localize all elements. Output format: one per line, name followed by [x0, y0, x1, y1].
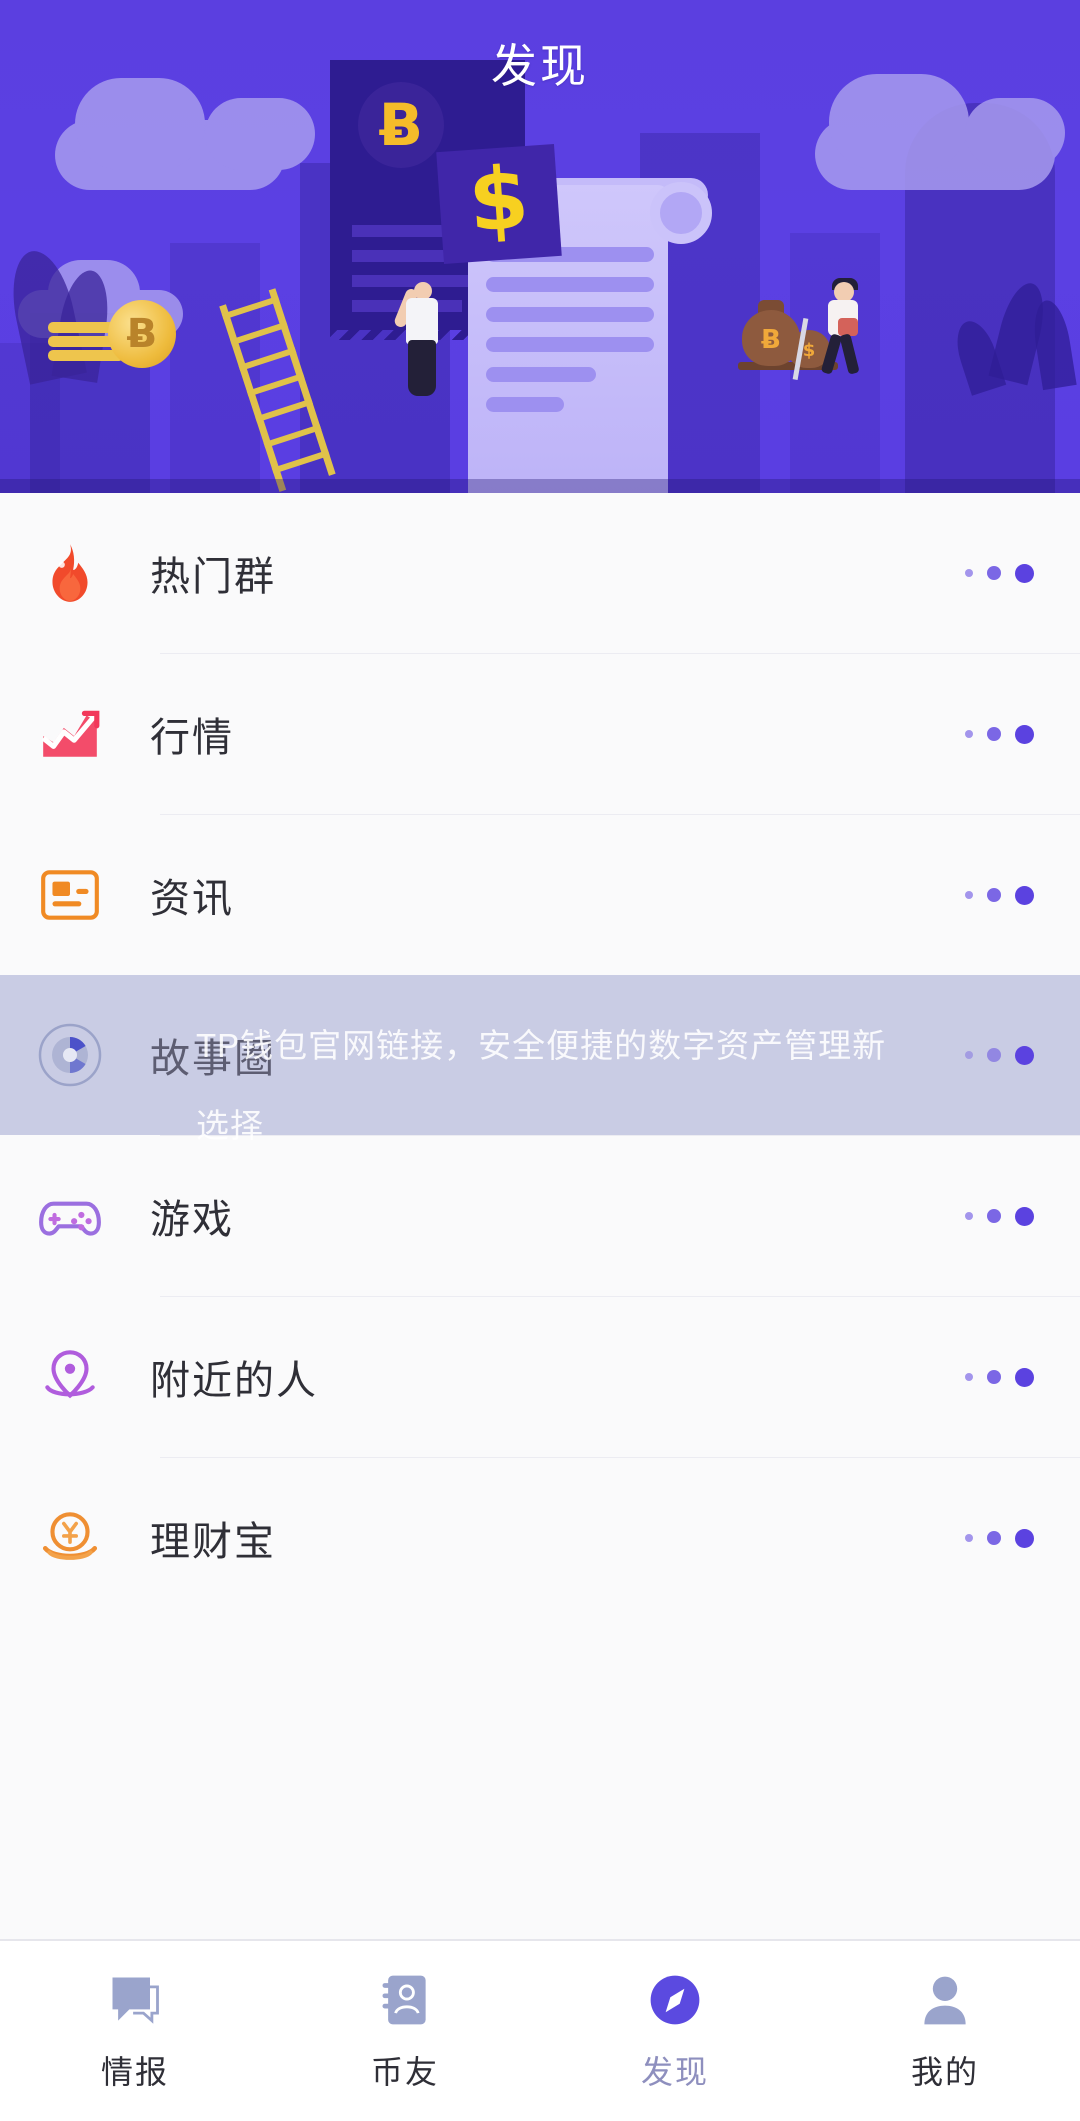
- person-icon: [912, 1967, 978, 2033]
- menu-item-label: 附近的人: [150, 1359, 318, 1403]
- gamepad-icon: [32, 1178, 108, 1254]
- menu-item-games[interactable]: 游戏: [0, 1136, 1080, 1296]
- bitcoin-coin-icon: Ƀ: [108, 300, 176, 368]
- dollar-card: $: [436, 144, 562, 264]
- location-pin-icon: [32, 1339, 108, 1415]
- chevron-dots-indicator[interactable]: [965, 885, 1034, 905]
- aperture-icon: [32, 1017, 108, 1093]
- menu-item-story-circle[interactable]: 故事圈: [0, 975, 1080, 1135]
- chevron-dots-indicator[interactable]: [965, 1206, 1034, 1226]
- tab-mine[interactable]: 我的: [810, 1967, 1080, 2093]
- contact-book-icon: [372, 1967, 438, 2033]
- menu-item-label: 行情: [150, 716, 234, 760]
- tab-label: 发现: [640, 2054, 709, 2090]
- walking-person-icon: [792, 278, 870, 380]
- menu-item-nearby-people[interactable]: 附近的人: [0, 1297, 1080, 1457]
- discover-menu-list: 热门群 行情 资讯 故事圈 游戏 附近的人 理财宝: [0, 493, 1080, 1618]
- document-line: [486, 397, 564, 412]
- document-line: [486, 367, 596, 382]
- document-line: [486, 277, 654, 292]
- chevron-dots-indicator[interactable]: [965, 724, 1034, 744]
- bottom-tab-bar: 情报 币友 发现 我的: [0, 1939, 1080, 2121]
- cloud-icon: [815, 74, 1065, 190]
- app-screen: Ƀ $ Ƀ Ƀ $ 发现 热门群 行情 资讯 故事圈 游戏 附近的人 理财宝 T…: [0, 0, 1080, 2121]
- tab-intel[interactable]: 情报: [0, 1967, 270, 2093]
- coin-hand-icon: [32, 1500, 108, 1576]
- climbing-person-icon: [392, 282, 452, 402]
- tab-label: 情报: [100, 2054, 169, 2090]
- menu-item-label: 热门群: [150, 555, 276, 599]
- chevron-dots-indicator[interactable]: [965, 563, 1034, 583]
- document-line: [486, 337, 654, 352]
- tab-discover[interactable]: 发现: [540, 1967, 810, 2093]
- ground-strip: [0, 479, 1080, 493]
- chevron-dots-indicator[interactable]: [965, 1367, 1034, 1387]
- menu-item-label: 游戏: [150, 1198, 234, 1242]
- document-line: [486, 307, 654, 322]
- chevron-dots-indicator[interactable]: [965, 1528, 1034, 1548]
- fire-icon: [32, 535, 108, 611]
- compass-icon: [642, 1967, 708, 2033]
- chat-bubble-icon: [102, 1967, 168, 2033]
- tab-friends[interactable]: 币友: [270, 1967, 540, 2093]
- tab-label: 币友: [370, 2054, 439, 2090]
- menu-item-news[interactable]: 资讯: [0, 815, 1080, 975]
- cloud-icon: [55, 78, 315, 190]
- chevron-dots-indicator[interactable]: [965, 1045, 1034, 1065]
- page-title: 发现: [491, 40, 589, 92]
- menu-item-label: 资讯: [150, 877, 234, 921]
- dollar-sign-icon: $: [465, 148, 533, 252]
- trend-chart-icon: [32, 696, 108, 772]
- tab-label: 我的: [910, 2054, 979, 2090]
- menu-item-hot-groups[interactable]: 热门群: [0, 493, 1080, 653]
- menu-item-label: 故事圈: [150, 1037, 276, 1081]
- menu-item-market[interactable]: 行情: [0, 654, 1080, 814]
- news-card-icon: [32, 857, 108, 933]
- menu-item-wealth[interactable]: 理财宝: [0, 1458, 1080, 1618]
- scroll-curl: [650, 182, 712, 244]
- hero-banner[interactable]: Ƀ $ Ƀ Ƀ $ 发现: [0, 0, 1080, 493]
- menu-item-label: 理财宝: [150, 1520, 276, 1564]
